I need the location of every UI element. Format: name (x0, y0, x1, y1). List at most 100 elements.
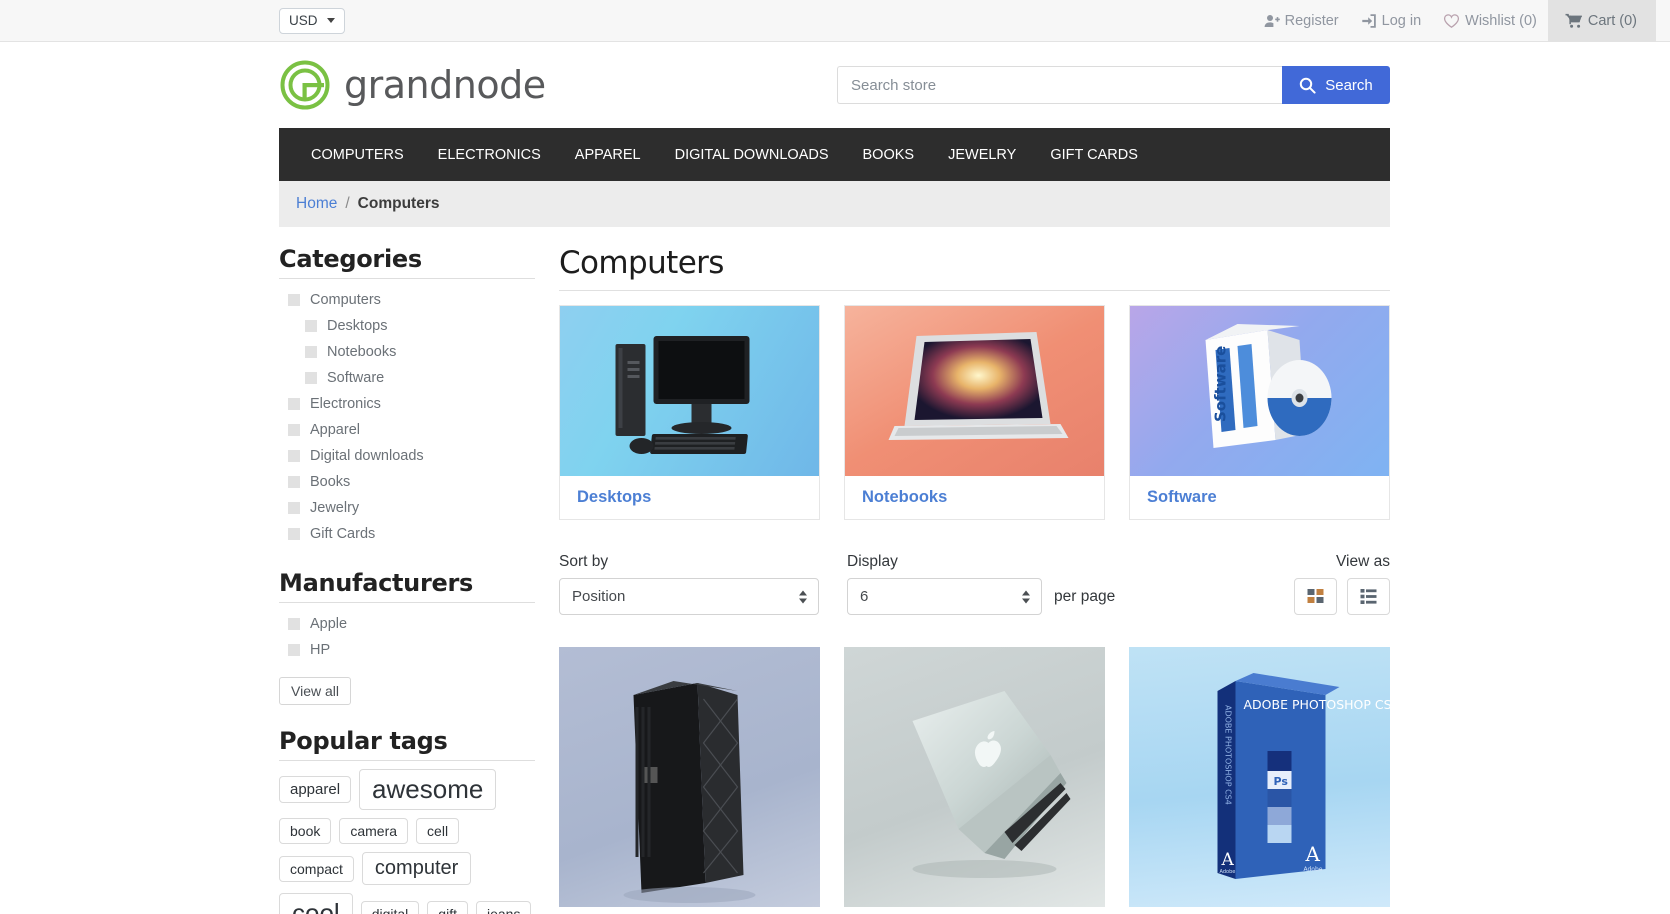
tag-apparel[interactable]: apparel (279, 776, 352, 803)
view-as-label: View as (1336, 553, 1390, 570)
subcategory-card-desktops[interactable]: Desktops (559, 305, 820, 520)
manufacturer-list: Apple HP (279, 611, 535, 663)
sidebar-item-digital-downloads[interactable]: Digital downloads (279, 443, 535, 469)
bullet-icon (288, 644, 300, 656)
tag-compact[interactable]: compact (279, 855, 354, 882)
nav-item-electronics[interactable]: ELECTRONICS (421, 147, 558, 163)
nav-item-digital-downloads[interactable]: DIGITAL DOWNLOADS (658, 147, 846, 163)
sidebar-item-books[interactable]: Books (279, 469, 535, 495)
sort-select-wrap: Position (559, 578, 819, 615)
manufacturer-label: Apple (310, 616, 348, 632)
per-page-label: per page (1054, 588, 1116, 605)
manufacturer-label: HP (310, 642, 331, 658)
sidebar-item-hp[interactable]: HP (279, 637, 535, 663)
cart-label: Cart (0) (1587, 12, 1637, 29)
product-card[interactable] (559, 647, 820, 907)
tag-cool[interactable]: cool (279, 893, 353, 914)
register-link[interactable]: Register (1253, 0, 1350, 42)
wishlist-label: Wishlist (0) (1465, 12, 1537, 29)
bullet-icon (305, 372, 317, 384)
tag-cloud: apparel awesome book camera cell compact… (279, 769, 535, 914)
search-input[interactable] (837, 66, 1282, 104)
nav-item-books[interactable]: BOOKS (846, 147, 932, 163)
sort-group: Sort by Position (559, 553, 819, 615)
category-label: Computers (310, 292, 381, 308)
sidebar-item-desktops[interactable]: Desktops (279, 313, 535, 339)
categories-title: Categories (279, 245, 535, 279)
sidebar-item-notebooks[interactable]: Notebooks (279, 339, 535, 365)
chevron-down-icon (326, 18, 335, 23)
product-grid: ADOBE PHOTOSHOP CS4 ADOBE PHOTOSHOP CS4 … (559, 647, 1390, 907)
nav-item-jewelry[interactable]: JEWELRY (931, 147, 1033, 163)
sort-by-select[interactable]: Position (559, 578, 819, 615)
main-column: Computers Desktops Notebooks Software So… (547, 245, 1390, 914)
top-bar: USD Register Log in Wishlist (0) Cart (0… (0, 0, 1670, 42)
category-label: Electronics (310, 396, 381, 412)
cart-icon (1565, 13, 1583, 29)
category-label: Software (327, 370, 385, 386)
svg-text:A: A (1305, 842, 1321, 866)
wishlist-link[interactable]: Wishlist (0) (1432, 0, 1548, 42)
adobe-photoshop-cs4-box-photo: ADOBE PHOTOSHOP CS4 ADOBE PHOTOSHOP CS4 … (1129, 647, 1390, 907)
tag-camera[interactable]: camera (339, 818, 409, 844)
login-label: Log in (1381, 12, 1422, 29)
view-all-button[interactable]: View all (279, 677, 351, 705)
subcategory-label[interactable]: Software (1130, 476, 1389, 519)
login-link[interactable]: Log in (1350, 0, 1433, 42)
user-plus-icon (1264, 13, 1280, 29)
search-icon (1299, 77, 1316, 94)
display-select-wrap: 6 (847, 578, 1042, 615)
display-select[interactable]: 6 (847, 578, 1042, 615)
search-button[interactable]: Search (1282, 66, 1390, 104)
sidebar-item-gift-cards[interactable]: Gift Cards (279, 521, 535, 547)
tag-cell[interactable]: cell (416, 818, 460, 844)
svg-text:ADOBE PHOTOSHOP CS4: ADOBE PHOTOSHOP CS4 (1244, 697, 1391, 712)
nav-item-computers[interactable]: COMPUTERS (294, 147, 421, 163)
manufacturers-title: Manufacturers (279, 569, 535, 603)
display-group: Display 6 per page (847, 553, 1115, 615)
content-area: Categories Computers Desktops Notebooks … (279, 227, 1390, 914)
list-view-button[interactable] (1347, 578, 1390, 615)
tag-computer[interactable]: computer (361, 852, 472, 885)
sidebar-item-electronics[interactable]: Electronics (279, 391, 535, 417)
subcategory-label[interactable]: Notebooks (845, 476, 1104, 519)
sidebar-item-computers[interactable]: Computers (279, 287, 535, 313)
macbook-pro-photo (844, 647, 1105, 907)
subcategory-label[interactable]: Desktops (560, 476, 819, 519)
bullet-icon (305, 320, 317, 332)
currency-selector[interactable]: USD (279, 7, 345, 34)
breadcrumb: Home / Computers (279, 181, 1390, 227)
cart-link[interactable]: Cart (0) (1547, 0, 1656, 42)
bullet-icon (288, 294, 300, 306)
bullet-icon (305, 346, 317, 358)
software-package-photo: Software (1130, 306, 1389, 476)
nav-item-apparel[interactable]: APPAREL (558, 147, 658, 163)
tag-gift[interactable]: gift (427, 900, 468, 914)
bullet-icon (288, 618, 300, 630)
bullet-icon (288, 450, 300, 462)
login-icon (1361, 13, 1377, 29)
sidebar-item-jewelry[interactable]: Jewelry (279, 495, 535, 521)
category-label: Desktops (327, 318, 388, 334)
subcategory-card-notebooks[interactable]: Notebooks (844, 305, 1105, 520)
breadcrumb-home-link[interactable]: Home (296, 195, 337, 213)
tag-awesome[interactable]: awesome (359, 769, 497, 810)
macbook-air-photo (845, 306, 1104, 476)
nav-item-gift-cards[interactable]: GIFT CARDS (1033, 147, 1155, 163)
product-card[interactable] (844, 647, 1105, 907)
sort-by-label: Sort by (559, 553, 609, 570)
tag-digital[interactable]: digital (360, 900, 420, 914)
display-label: Display (847, 553, 898, 570)
subcategory-card-software[interactable]: Software Software (1129, 305, 1390, 520)
logo-link[interactable]: grandnode (279, 59, 546, 111)
site-header: grandnode Search (0, 42, 1670, 128)
sidebar-item-software[interactable]: Software (279, 365, 535, 391)
sidebar-item-apparel[interactable]: Apparel (279, 417, 535, 443)
tag-book[interactable]: book (279, 818, 332, 844)
tag-jeans[interactable]: jeans (475, 900, 532, 914)
grid-view-button[interactable] (1294, 578, 1337, 615)
category-label: Books (310, 474, 351, 490)
product-controls: Sort by Position Display 6 per page View… (559, 553, 1390, 615)
sidebar-item-apple[interactable]: Apple (279, 611, 535, 637)
product-card[interactable]: ADOBE PHOTOSHOP CS4 ADOBE PHOTOSHOP CS4 … (1129, 647, 1390, 907)
